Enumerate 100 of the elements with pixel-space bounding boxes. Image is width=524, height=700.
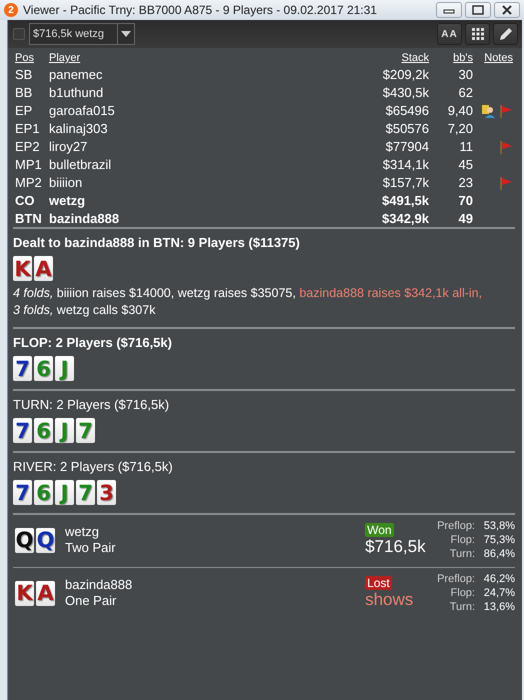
grid-icon: [472, 28, 484, 40]
playing-card: 7: [13, 480, 32, 505]
playing-card: 7: [13, 356, 32, 381]
bb-cell-text: 49: [458, 210, 474, 227]
close-icon: [501, 5, 513, 15]
equity-value: 53,8%: [482, 519, 515, 533]
maximize-icon: [472, 5, 484, 15]
bb-cell-text: 70: [458, 192, 474, 209]
position-cell-text: EP: [14, 102, 34, 119]
position-cell-text: SB: [14, 66, 34, 83]
stack-cell-text: $65496: [384, 102, 430, 119]
equity-label: Flop:: [450, 586, 475, 600]
equity-label: Preflop:: [437, 572, 475, 586]
position-cell-text: BTN: [14, 210, 43, 227]
column-header[interactable]: Notes: [475, 52, 515, 65]
result-badge: Lost: [365, 576, 392, 590]
player-cell-text: liroy27: [48, 138, 88, 155]
pencil-icon: [498, 26, 514, 42]
equity-label: Turn:: [450, 600, 475, 614]
player-cell-text: bulletbrazil: [48, 156, 112, 173]
equity-value: 75,3%: [482, 533, 515, 547]
position-cell-text: CO: [14, 192, 36, 209]
bb-cell-text: 62: [458, 84, 474, 101]
playing-card: 6: [34, 418, 53, 443]
result-amount: shows: [365, 590, 414, 610]
position-cell-text: MP1: [14, 156, 43, 173]
playing-card: K: [13, 256, 32, 281]
street-title: TURN: 2 Players ($716,5k): [13, 397, 170, 412]
player-cell-text: kalinaj303: [48, 120, 109, 137]
bb-cell-text: 30: [458, 66, 474, 83]
player-name: wetzg: [65, 524, 100, 540]
bb-cell-text: 9,40: [446, 102, 474, 119]
equity-value: 24,7%: [482, 586, 515, 600]
player-cell-text: bazinda888: [48, 210, 120, 227]
equity-label: Flop:: [450, 533, 475, 547]
player-note-icon[interactable]: [481, 104, 495, 118]
equity-label: Preflop:: [437, 519, 475, 533]
playing-card: J: [55, 418, 74, 443]
bb-cell-text: 7,20: [446, 120, 474, 137]
stack-cell-text: $77904: [384, 138, 430, 155]
stack-cell-text: $314,1k: [382, 156, 430, 173]
playing-card: J: [55, 356, 74, 381]
column-header[interactable]: Player: [47, 52, 274, 65]
playing-card: J: [55, 480, 74, 505]
stack-cell-text: $50576: [384, 120, 430, 137]
playing-card: K: [15, 580, 34, 606]
caret-icon: [121, 31, 131, 37]
result-badge: Won: [365, 523, 394, 537]
column-header[interactable]: Pos: [13, 52, 47, 65]
app-logo: 2: [4, 3, 18, 17]
playing-card: Q: [36, 528, 55, 552]
edit-button[interactable]: [493, 23, 518, 45]
position-cell-text: BB: [14, 84, 34, 101]
maximize-button[interactable]: [465, 2, 491, 18]
hand-rank: Two Pair: [65, 540, 117, 556]
player-name: bazinda888: [65, 577, 134, 593]
bb-cell-text: 11: [458, 138, 474, 155]
stack-cell-text: $430,5k: [382, 84, 430, 101]
close-button[interactable]: [494, 2, 520, 18]
window-title: Viewer - Pacific Trny: BB7000 A875 - 9 Players - 09.02.2017 21:31: [23, 3, 378, 17]
font-size-button[interactable]: AA: [437, 23, 462, 45]
player-cell-text: garoafa015: [48, 102, 116, 119]
stack-cell-text: $157,7k: [382, 174, 430, 191]
stack-cell-text: $491,5k: [381, 192, 430, 209]
playing-card: 7: [76, 480, 95, 505]
street-title: RIVER: 2 Players ($716,5k): [13, 459, 174, 474]
column-header[interactable]: Stack: [274, 52, 431, 65]
playing-card: 7: [13, 418, 32, 443]
equity-label: Turn:: [450, 547, 475, 561]
position-cell-text: EP2: [14, 138, 41, 155]
street-title: Dealt to bazinda888 in BTN: 9 Players ($11375): [13, 235, 301, 250]
grid-button[interactable]: [465, 23, 490, 45]
playing-card: 6: [34, 356, 53, 381]
stack-cell-text: $342,9k: [381, 210, 430, 227]
player-cell-text: b1uthund: [48, 84, 104, 101]
stack-cell-text: $209,2k: [382, 66, 430, 83]
playing-card: A: [36, 580, 55, 606]
bb-cell-text: 45: [458, 156, 474, 173]
result-amount: $716,5k: [365, 537, 426, 557]
playing-card: Q: [15, 528, 34, 552]
action-summary: 4 folds, biiiion raises $14000, wetzg raises $35075, bazinda888 raises $342,1k all-in, 3 folds, wetzg calls $307k: [13, 285, 484, 319]
equity-value: 86,4%: [482, 547, 515, 561]
hand-rank: One Pair: [65, 593, 118, 609]
equity-value: 46,2%: [482, 572, 515, 586]
playing-card: A: [34, 256, 53, 281]
street-title: FLOP: 2 Players ($716,5k): [13, 335, 173, 350]
playing-card: 3: [97, 480, 116, 505]
position-cell-text: EP1: [14, 120, 41, 137]
position-cell-text: MP2: [14, 174, 43, 191]
equity-value: 13,6%: [482, 600, 515, 614]
minimize-button[interactable]: [436, 2, 462, 18]
player-cell-text: biiiion: [48, 174, 84, 191]
hand-dropdown[interactable]: $716,5k wetzg: [29, 23, 135, 45]
bb-cell-text: 23: [458, 174, 474, 191]
playing-card: 6: [34, 480, 53, 505]
player-cell-text: wetzg: [48, 192, 86, 209]
checkbox[interactable]: [13, 28, 25, 40]
playing-card: 7: [76, 418, 95, 443]
player-cell-text: panemec: [48, 66, 104, 83]
column-header[interactable]: bb's: [431, 52, 475, 65]
